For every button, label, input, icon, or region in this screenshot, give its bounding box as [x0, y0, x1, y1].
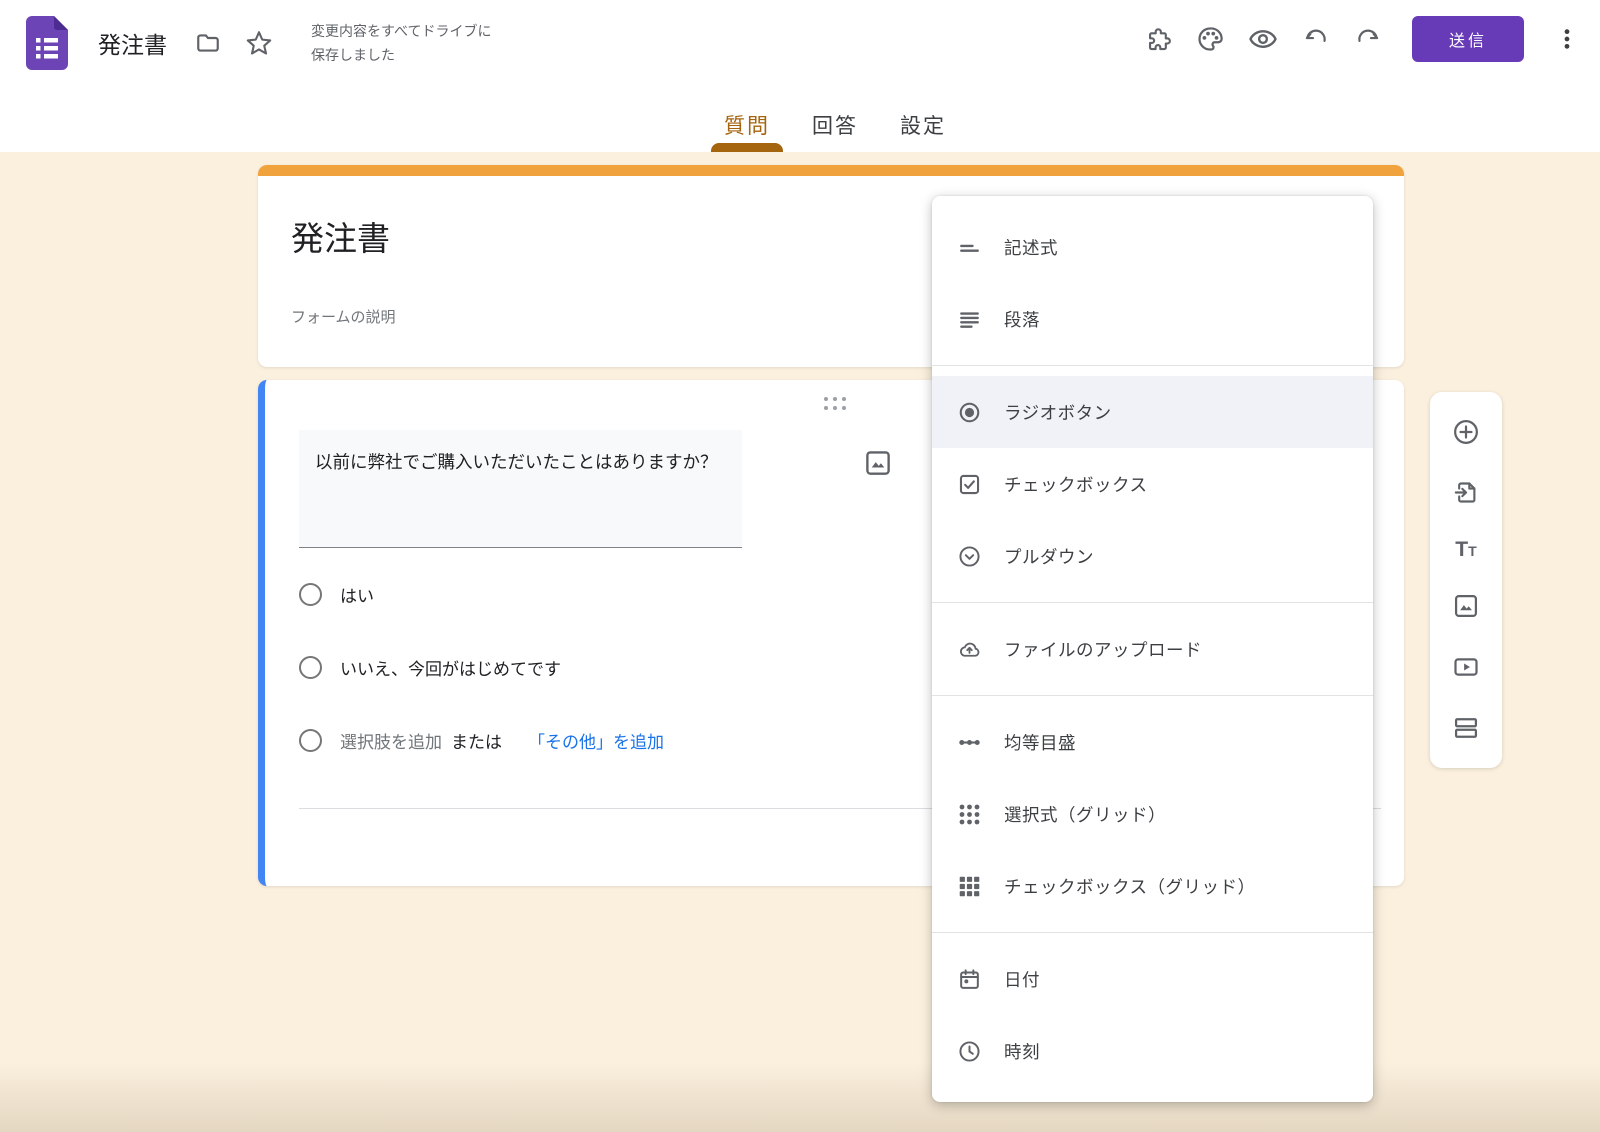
add-video-icon[interactable]: [1452, 653, 1480, 681]
add-question-icon[interactable]: [1452, 418, 1480, 446]
add-other-link[interactable]: 「その他」を追加: [528, 728, 664, 753]
brand-area: 発注書 変更内容をすべてドライブに 保存しました: [26, 16, 491, 70]
menu-item-time[interactable]: 時刻: [932, 1015, 1373, 1087]
menu-item-label: 日付: [1004, 967, 1040, 992]
theme-accent-bar: [258, 165, 1404, 176]
menu-item-date[interactable]: 日付: [932, 943, 1373, 1015]
option-label[interactable]: はい: [340, 582, 374, 607]
customize-theme-icon[interactable]: [1196, 25, 1224, 53]
main-tabs: 質問 回答 設定: [722, 106, 948, 152]
menu-item-label: プルダウン: [1004, 544, 1094, 569]
option-list: はい いいえ、今回がはじめてです 選択肢を追加 または 「その他」を追加: [299, 558, 999, 777]
tab-questions[interactable]: 質問: [722, 106, 772, 152]
menu-item-multiple-choice-grid[interactable]: 選択式（グリッド）: [932, 778, 1373, 850]
question-type-menu: 記述式 段落 ラジオボタン チェックボ: [932, 196, 1373, 1102]
menu-item-label: 時刻: [1004, 1039, 1040, 1064]
menu-item-label: 記述式: [1004, 235, 1058, 260]
menu-item-label: ラジオボタン: [1004, 400, 1112, 425]
mc-grid-icon: [957, 802, 982, 827]
or-text: または: [451, 728, 502, 753]
menu-divider: [932, 365, 1373, 366]
question-title-field[interactable]: 以前に弊社でご購入いただいたことはありますか？: [299, 430, 742, 548]
radio-circle-icon: [299, 583, 322, 606]
checkbox-icon: [957, 472, 982, 497]
menu-item-dropdown[interactable]: プルダウン: [932, 520, 1373, 592]
menu-item-linear-scale[interactable]: 均等目盛: [932, 706, 1373, 778]
menu-item-label: チェックボックス（グリッド）: [1004, 874, 1255, 899]
dropdown-icon: [957, 544, 982, 569]
add-option-button[interactable]: 選択肢を追加: [340, 728, 442, 753]
document-title[interactable]: 発注書: [98, 26, 167, 60]
radio-icon: [957, 400, 982, 425]
menu-item-label: 均等目盛: [1004, 730, 1076, 755]
insert-toolbar: TT: [1430, 392, 1502, 768]
save-status: 変更内容をすべてドライブに 保存しました: [311, 19, 491, 67]
add-section-icon[interactable]: [1452, 714, 1480, 742]
drag-handle[interactable]: [824, 397, 846, 410]
option-row: はい: [299, 558, 999, 631]
menu-item-label: 選択式（グリッド）: [1004, 802, 1166, 827]
menu-item-short-answer[interactable]: 記述式: [932, 211, 1373, 283]
undo-icon[interactable]: [1302, 25, 1330, 53]
add-title-text-icon[interactable]: TT: [1455, 539, 1476, 560]
send-button[interactable]: 送信: [1412, 16, 1524, 62]
linear-scale-icon: [957, 730, 982, 755]
add-image-to-question-icon[interactable]: [863, 448, 893, 478]
menu-item-multiple-choice[interactable]: ラジオボタン: [932, 376, 1373, 448]
paragraph-icon: [957, 307, 982, 332]
menu-divider: [932, 602, 1373, 603]
redo-icon[interactable]: [1354, 25, 1382, 53]
option-label[interactable]: いいえ、今回がはじめてです: [340, 655, 561, 680]
forms-logo-icon[interactable]: [26, 16, 68, 70]
import-questions-icon[interactable]: [1453, 479, 1480, 506]
short-text-icon: [957, 235, 982, 260]
menu-item-label: 段落: [1004, 307, 1040, 332]
menu-item-file-upload[interactable]: ファイルのアップロード: [932, 613, 1373, 685]
add-option-row: 選択肢を追加 または 「その他」を追加: [299, 704, 999, 777]
add-ons-icon[interactable]: [1145, 26, 1172, 53]
option-row: いいえ、今回がはじめてです: [299, 631, 999, 704]
move-to-folder-icon[interactable]: [195, 30, 221, 56]
menu-item-checkbox-grid[interactable]: チェックボックス（グリッド）: [932, 850, 1373, 922]
menu-item-label: チェックボックス: [1004, 472, 1147, 497]
radio-circle-icon: [299, 656, 322, 679]
tab-settings[interactable]: 設定: [898, 106, 948, 152]
more-options-icon[interactable]: [1554, 26, 1580, 52]
upload-icon: [957, 637, 982, 662]
add-image-icon[interactable]: [1452, 592, 1480, 620]
menu-item-checkboxes[interactable]: チェックボックス: [932, 448, 1373, 520]
star-icon[interactable]: [245, 29, 273, 57]
cb-grid-icon: [957, 874, 982, 899]
menu-divider: [932, 932, 1373, 933]
header-actions: 送信: [1145, 14, 1580, 64]
tab-responses[interactable]: 回答: [810, 106, 860, 152]
menu-divider: [932, 695, 1373, 696]
date-icon: [957, 967, 982, 992]
app-header: 発注書 変更内容をすべてドライブに 保存しました: [0, 0, 1600, 152]
menu-item-label: ファイルのアップロード: [1004, 637, 1202, 662]
time-icon: [957, 1039, 982, 1064]
menu-item-paragraph[interactable]: 段落: [932, 283, 1373, 355]
radio-circle-icon: [299, 729, 322, 752]
preview-icon[interactable]: [1248, 24, 1278, 54]
